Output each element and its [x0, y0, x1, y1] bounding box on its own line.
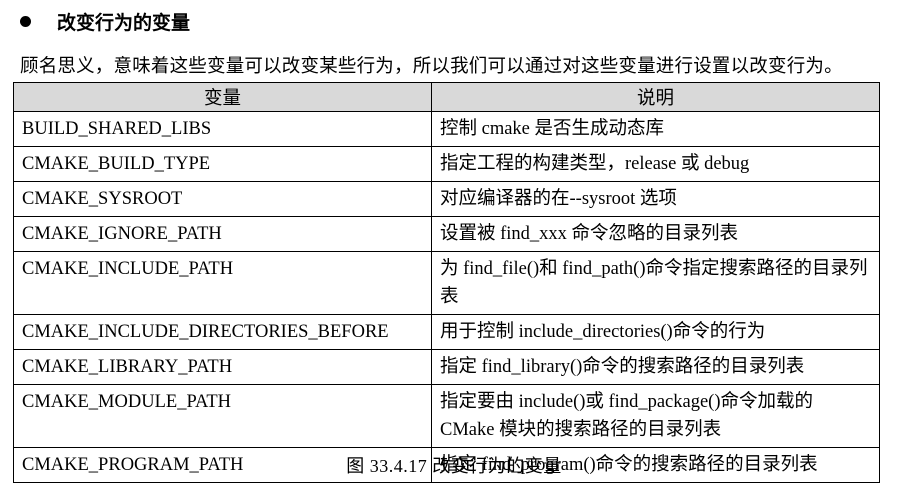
variable-name-cell: CMAKE_INCLUDE_PATH — [13, 251, 432, 315]
variable-name-cell: CMAKE_INCLUDE_DIRECTORIES_BEFORE — [13, 314, 432, 350]
variable-name-cell: CMAKE_BUILD_TYPE — [13, 146, 432, 182]
table-row: BUILD_SHARED_LIBS 控制 cmake 是否生成动态库 — [13, 111, 880, 147]
section-heading: 改变行为的变量 — [20, 6, 190, 36]
variable-name-cell: CMAKE_SYSROOT — [13, 181, 432, 217]
variable-name-cell: CMAKE_IGNORE_PATH — [13, 216, 432, 252]
variable-description-cell: 为 find_file()和 find_path()命令指定搜索路径的目录列表 — [431, 251, 880, 315]
variable-name-cell: BUILD_SHARED_LIBS — [13, 111, 432, 147]
variable-description-cell: 指定工程的构建类型，release 或 debug — [431, 146, 880, 182]
table-row: CMAKE_MODULE_PATH 指定要由 include()或 find_p… — [13, 384, 880, 448]
column-header-variable: 变量 — [13, 82, 432, 112]
table-row: CMAKE_BUILD_TYPE 指定工程的构建类型，release 或 deb… — [13, 146, 880, 182]
variable-description-cell: 对应编译器的在--sysroot 选项 — [431, 181, 880, 217]
intro-paragraph: 顾名思义，意味着这些变量可以改变某些行为，所以我们可以通过对这些变量进行设置以改… — [20, 57, 843, 77]
figure-caption: 图 33.4.17 改变行为的变量 — [346, 456, 562, 476]
variable-description-cell: 指定要由 include()或 find_package()命令加载的 CMak… — [431, 384, 880, 448]
table-row: CMAKE_IGNORE_PATH 设置被 find_xxx 命令忽略的目录列表 — [13, 216, 880, 252]
section-heading-text: 改变行为的变量 — [57, 11, 191, 34]
table-row: CMAKE_INCLUDE_DIRECTORIES_BEFORE 用于控制 in… — [13, 314, 880, 350]
table-row: CMAKE_LIBRARY_PATH 指定 find_library()命令的搜… — [13, 349, 880, 385]
variable-description-cell: 用于控制 include_directories()命令的行为 — [431, 314, 880, 350]
column-header-description: 说明 — [431, 82, 880, 112]
variables-table: 变量 说明 BUILD_SHARED_LIBS 控制 cmake 是否生成动态库… — [13, 82, 880, 483]
variable-description-cell: 指定 find_library()命令的搜索路径的目录列表 — [431, 349, 880, 385]
table-row: CMAKE_SYSROOT 对应编译器的在--sysroot 选项 — [13, 181, 880, 217]
variable-name-cell: CMAKE_LIBRARY_PATH — [13, 349, 432, 385]
variable-description-cell: 控制 cmake 是否生成动态库 — [431, 111, 880, 147]
bullet-icon — [20, 15, 31, 27]
table-header-row: 变量 说明 — [13, 82, 880, 112]
variable-name-cell: CMAKE_MODULE_PATH — [13, 384, 432, 448]
variable-description-cell: 设置被 find_xxx 命令忽略的目录列表 — [431, 216, 880, 252]
table-row: CMAKE_INCLUDE_PATH 为 find_file()和 find_p… — [13, 251, 880, 315]
